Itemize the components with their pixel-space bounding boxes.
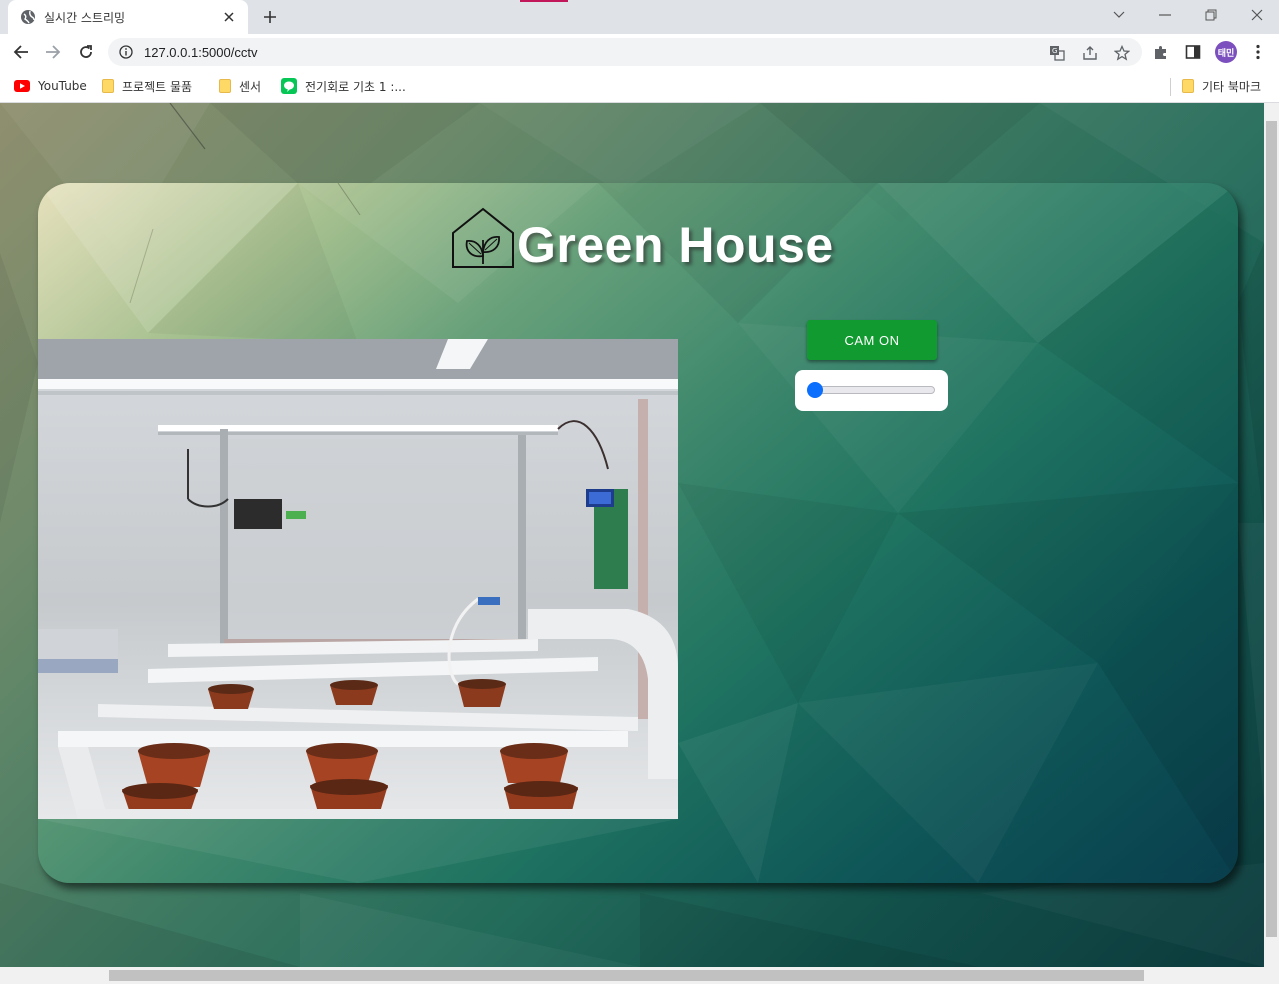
horizontal-scroll-thumb[interactable]: [109, 970, 1144, 981]
page-viewport: Green House CAM ON: [0, 103, 1264, 967]
main-card: Green House CAM ON: [38, 183, 1238, 883]
folder-icon: [102, 79, 114, 93]
puzzle-icon: [1155, 45, 1166, 59]
profile-avatar[interactable]: 태민: [1215, 41, 1237, 63]
tab-strip: 실시간 스트리밍: [0, 0, 1279, 34]
greenhouse-icon: [452, 207, 514, 268]
url-text: 127.0.0.1:5000/cctv: [144, 44, 258, 60]
back-button[interactable]: [8, 39, 34, 65]
tab-strip-accent: [520, 0, 568, 2]
folder-icon: [1182, 79, 1194, 93]
star-icon[interactable]: [1113, 44, 1131, 62]
svg-text:G: G: [1052, 47, 1057, 55]
arrow-left-icon: [13, 45, 28, 59]
tab-title: 실시간 스트리밍: [44, 10, 126, 25]
bookmark-label: 기타 북마크: [1202, 79, 1262, 94]
kebab-menu-icon: [1256, 44, 1260, 60]
arrow-right-icon: [46, 45, 61, 59]
translate-icon[interactable]: G: [1048, 44, 1066, 62]
bookmark-label: 센서: [239, 79, 262, 94]
youtube-icon: [14, 80, 30, 92]
close-icon[interactable]: [220, 8, 238, 26]
cam-on-button[interactable]: CAM ON: [807, 320, 937, 360]
bookmark-label: YouTube: [38, 79, 87, 93]
bookmark-youtube[interactable]: YouTube: [14, 76, 87, 96]
bookmarks-separator: [1170, 78, 1171, 96]
info-icon[interactable]: [118, 44, 134, 60]
page-title: Green House: [517, 217, 834, 273]
bookmarks-bar: YouTube 프로젝트 물품 센서 전기회로 기초 1 :... 기타 북마크: [0, 70, 1279, 103]
slider-thumb[interactable]: [807, 382, 823, 398]
bookmark-sensor[interactable]: 센서: [219, 76, 261, 96]
reload-button[interactable]: [73, 39, 99, 65]
restore-icon[interactable]: [1188, 0, 1234, 30]
globe-icon: [20, 9, 36, 25]
bookmark-project-items[interactable]: 프로젝트 물품: [102, 76, 192, 96]
slider-panel: [795, 370, 948, 411]
side-panel-button[interactable]: [1180, 39, 1206, 65]
minimize-icon[interactable]: [1142, 0, 1188, 30]
browser-tab[interactable]: 실시간 스트리밍: [8, 0, 248, 34]
new-tab-button[interactable]: [258, 6, 282, 28]
side-panel-icon: [1185, 45, 1201, 59]
tab-search-icon[interactable]: [1096, 0, 1142, 30]
browser-toolbar: 127.0.0.1:5000/cctv G 태민: [0, 34, 1279, 70]
address-bar[interactable]: 127.0.0.1:5000/cctv G: [108, 38, 1142, 66]
browser-menu-button[interactable]: [1245, 39, 1271, 65]
slider-track[interactable]: [811, 386, 935, 394]
close-window-icon[interactable]: [1234, 0, 1279, 30]
line-icon: [281, 78, 297, 94]
bookmark-label: 전기회로 기초 1 :...: [305, 79, 406, 94]
reload-icon: [80, 45, 92, 58]
bookmark-other[interactable]: 기타 북마크: [1182, 76, 1261, 96]
extensions-button[interactable]: [1148, 39, 1174, 65]
share-icon[interactable]: [1081, 44, 1099, 62]
folder-icon: [219, 79, 231, 93]
bookmark-label: 프로젝트 물품: [122, 79, 193, 94]
horizontal-scrollbar[interactable]: [0, 967, 1279, 984]
forward-button[interactable]: [40, 39, 66, 65]
bookmark-circuit-basics[interactable]: 전기회로 기초 1 :...: [281, 76, 406, 96]
stream-frame: [38, 339, 678, 819]
brand-header: Green House: [451, 203, 834, 273]
cctv-stream: [38, 339, 678, 819]
vertical-scroll-thumb[interactable]: [1266, 121, 1277, 937]
vertical-scrollbar[interactable]: [1264, 103, 1279, 967]
